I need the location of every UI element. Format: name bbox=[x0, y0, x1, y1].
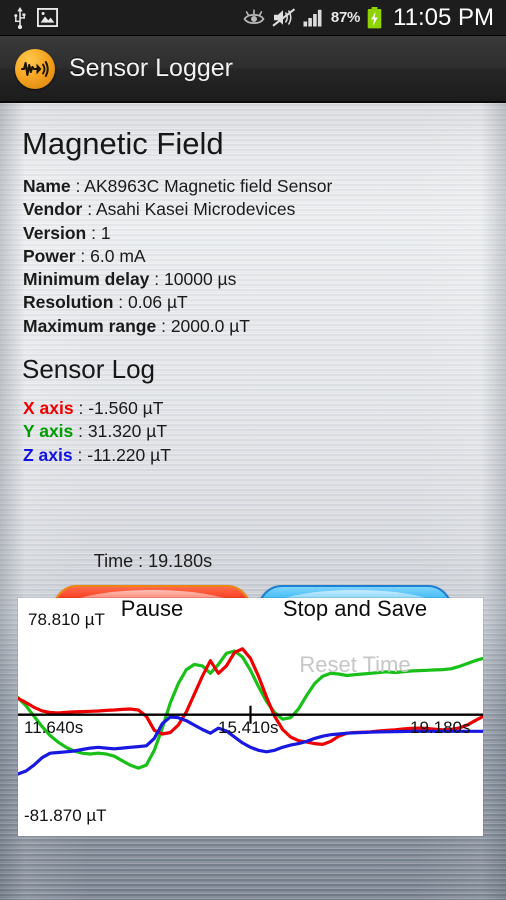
graph-max-label: 78.810 µT bbox=[28, 610, 105, 629]
usb-icon bbox=[14, 6, 26, 29]
spec-label: Resolution bbox=[23, 292, 114, 313]
main-content: Magnetic Field Name : AK8963C Magnetic f… bbox=[0, 103, 506, 900]
spec-value: AK8963C Magnetic field Sensor bbox=[84, 176, 333, 196]
graph-time-end-label: 19.180s bbox=[410, 718, 471, 737]
spec-label: Power bbox=[23, 245, 76, 266]
spec-label: Name bbox=[23, 176, 71, 196]
log-row-x-axis: X axis : -1.560 µT bbox=[23, 398, 164, 418]
app-title: Sensor Logger bbox=[69, 54, 234, 82]
graph-min-label: -81.870 µT bbox=[24, 806, 107, 825]
spec-value: 0.06 µT bbox=[128, 292, 188, 313]
graph-time-start-label: 11.640s bbox=[24, 718, 84, 737]
spec-row: Name : AK8963C Magnetic field Sensor bbox=[23, 176, 333, 196]
spec-row: Vendor : Asahi Kasei Microdevices bbox=[23, 199, 296, 220]
spec-row: Version : 1 bbox=[23, 222, 111, 243]
graph-plot-area bbox=[18, 647, 483, 776]
battery-charging-icon bbox=[367, 6, 382, 28]
elapsed-time-label: Time : 19.180s bbox=[93, 551, 213, 571]
spec-row: Maximum range : 2000.0 µT bbox=[23, 315, 250, 336]
x-axis-value: -1.560 µT bbox=[88, 398, 164, 418]
log-row-y-axis: Y axis : 31.320 µT bbox=[23, 421, 168, 442]
status-bar: 87% 11:05 PM bbox=[0, 0, 506, 36]
sound-muted-icon bbox=[272, 8, 296, 27]
z-axis-label: Z axis bbox=[23, 444, 73, 465]
sensor-log-values: X axis : -1.560 µT Y axis : 31.320 µT Z … bbox=[23, 397, 171, 467]
y-axis-value: 31.320 µT bbox=[87, 421, 168, 442]
spec-label: Vendor bbox=[23, 199, 83, 220]
spec-value: 10000 µs bbox=[164, 269, 237, 290]
spec-value: 1 bbox=[100, 222, 111, 243]
spec-row: Power : 6.0 mA bbox=[23, 245, 146, 266]
waveform-signal-icon bbox=[15, 48, 55, 89]
z-axis-value: -11.220 µT bbox=[87, 444, 171, 465]
graph-time-mid-label: 15.410s bbox=[218, 718, 279, 737]
spec-label: Minimum delay bbox=[23, 269, 150, 290]
spec-label: Maximum range bbox=[23, 315, 157, 336]
spec-row: Resolution : 0.06 µT bbox=[23, 292, 188, 313]
signal-bars-icon bbox=[303, 9, 322, 27]
status-bar-left-icons bbox=[0, 6, 58, 29]
y-axis-label: Y axis bbox=[23, 421, 74, 442]
spec-label: Version bbox=[23, 222, 87, 243]
stop-and-save-button-label: Stop and Save bbox=[282, 596, 428, 621]
spec-row: Minimum delay : 10000 µs bbox=[23, 269, 237, 290]
x-axis-label: X axis bbox=[23, 398, 74, 418]
page-title: Magnetic Field bbox=[22, 126, 224, 161]
battery-percent-label: 87% bbox=[330, 9, 361, 26]
log-row-z-axis: Z axis : -11.220 µT bbox=[23, 444, 171, 465]
pause-button-label: Pause bbox=[120, 596, 184, 621]
clock-label: 11:05 PM bbox=[393, 3, 494, 31]
spec-value: Asahi Kasei Microdevices bbox=[95, 199, 296, 220]
sensor-spec-list: Name : AK8963C Magnetic field Sensor Ven… bbox=[23, 175, 332, 338]
status-bar-right-icons: 87% 11:05 PM bbox=[243, 4, 506, 32]
action-bar: Sensor Logger bbox=[0, 36, 506, 103]
screenshot-image-icon bbox=[37, 8, 58, 27]
sensor-graph[interactable]: 78.810 µT -81.870 µT 11.640s 15.410s 19.… bbox=[18, 598, 483, 836]
spec-value: 2000.0 µT bbox=[170, 315, 250, 336]
spec-value: 6.0 mA bbox=[90, 245, 146, 266]
reset-time-button-label: Reset Time bbox=[299, 652, 411, 677]
sensor-log-title: Sensor Log bbox=[22, 354, 155, 384]
smart-stay-eye-icon bbox=[243, 9, 265, 24]
